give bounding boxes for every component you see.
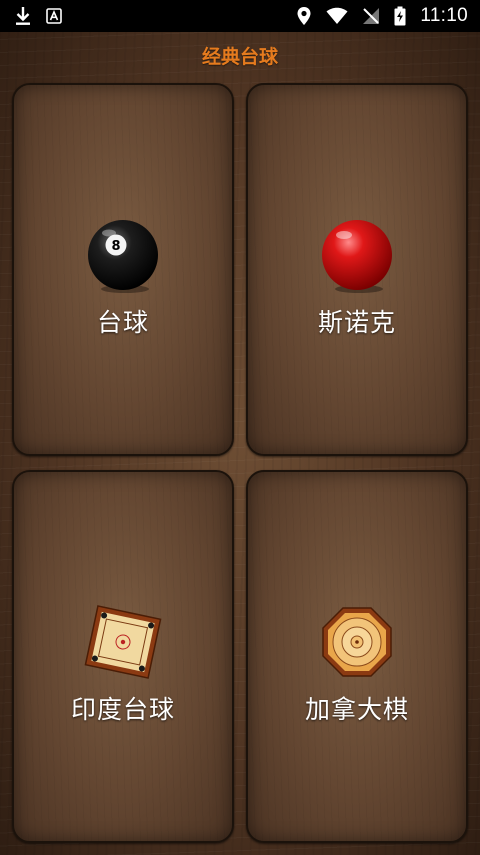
game-label: 斯诺克 — [317, 308, 396, 337]
svg-text:8: 8 — [111, 239, 120, 254]
battery-charging-icon — [394, 6, 406, 26]
no-signal-icon — [362, 7, 380, 25]
game-label: 台球 — [96, 308, 149, 337]
game-tile-crokinole[interactable]: 加拿大棋 — [246, 470, 468, 843]
app-title: 经典台球 — [201, 46, 278, 68]
game-label: 印度台球 — [70, 695, 175, 724]
carrom-board-icon — [83, 602, 163, 682]
status-time: 11:10 — [420, 5, 468, 26]
game-tile-snooker[interactable]: 斯诺克 — [246, 83, 468, 456]
game-tile-carrom[interactable]: 印度台球 — [12, 470, 234, 843]
status-bar: 11:10 — [0, 0, 480, 32]
wifi-icon — [326, 7, 348, 25]
game-label: 加拿大棋 — [304, 695, 409, 724]
status-right: 11:10 — [296, 5, 468, 27]
crokinole-board-icon — [317, 602, 397, 682]
text-a-icon — [46, 8, 62, 24]
eight-ball-icon: 8 — [83, 215, 163, 295]
red-snooker-ball-icon — [317, 215, 397, 295]
location-icon — [296, 6, 312, 26]
download-icon — [14, 6, 32, 26]
game-tile-billiards[interactable]: 8 台球 — [12, 83, 234, 456]
status-left — [14, 6, 62, 26]
